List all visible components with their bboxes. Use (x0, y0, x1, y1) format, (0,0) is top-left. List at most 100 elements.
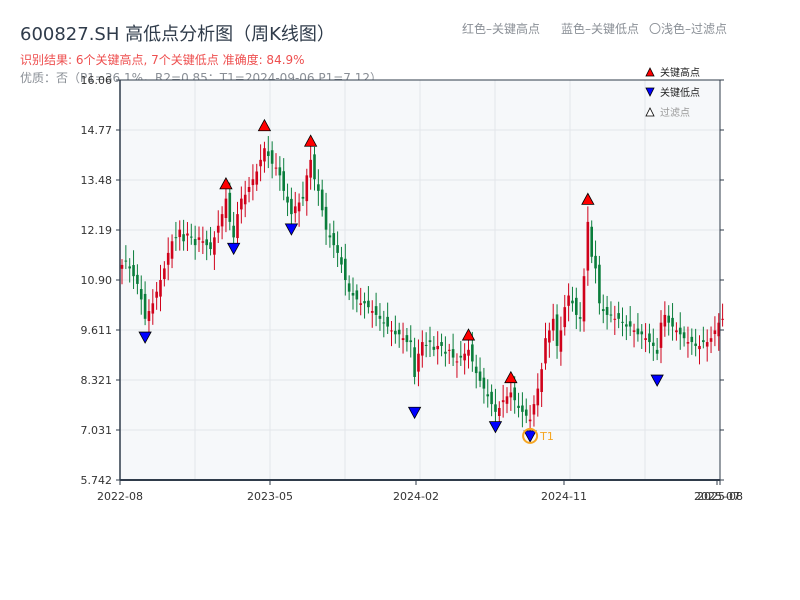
candle-body (474, 366, 478, 374)
y-tick-label: 9.611 (81, 324, 113, 337)
candle-body (528, 419, 532, 422)
x-tick-label: 2022-08 (97, 490, 143, 503)
candle-body (201, 241, 205, 243)
candle-body (317, 184, 320, 191)
candle-body (282, 171, 285, 191)
candle-body (232, 225, 235, 238)
candle-body (536, 388, 540, 406)
candle-body (436, 345, 439, 350)
candle-body (467, 349, 470, 356)
candle-body (228, 192, 232, 222)
x-tick-label: 2025-08 (697, 490, 743, 503)
legend-label: 过滤点 (660, 106, 690, 119)
candle-body (267, 151, 270, 156)
candle-body (678, 327, 682, 335)
candle (721, 303, 724, 327)
legend-label: 关键高点 (660, 66, 700, 79)
candle-body (286, 196, 289, 203)
x-tick-label: 2024-11 (541, 490, 587, 503)
candle-body (601, 309, 605, 312)
candle-body (694, 343, 697, 346)
candle-body (586, 221, 590, 271)
candle-body (132, 265, 135, 277)
candle-body (301, 196, 305, 199)
candle-body (243, 194, 247, 205)
candle-body (147, 311, 151, 322)
candle-body (594, 255, 597, 269)
candle-body (575, 297, 578, 315)
candle-body (259, 159, 262, 167)
candle-body (428, 340, 432, 343)
candle-body (224, 198, 228, 219)
candle-body (671, 317, 674, 327)
candle-body (205, 239, 208, 246)
candle-body (159, 280, 162, 297)
candle-body (440, 342, 443, 346)
candle-body (370, 311, 374, 313)
candle-body (397, 329, 401, 335)
candle-body (609, 314, 613, 316)
candle-body (613, 318, 617, 320)
candle-body (236, 214, 239, 239)
candle-body (590, 226, 593, 257)
candle-body (386, 316, 389, 327)
candle-body (432, 346, 436, 350)
candle-body (682, 332, 686, 339)
candle-body (409, 340, 413, 343)
candle-body (417, 353, 420, 372)
candle-body (328, 235, 332, 238)
candle-body (309, 159, 312, 178)
candle-body (648, 333, 651, 343)
candle-body (378, 315, 382, 319)
candle-body (290, 198, 293, 215)
y-tick-label: 12.19 (81, 224, 113, 237)
candle-body (686, 342, 690, 344)
candle-body (424, 344, 428, 346)
candle-body (478, 371, 482, 381)
candle-body (186, 233, 189, 236)
candle-body (351, 292, 355, 296)
candle-body (247, 186, 251, 192)
candle-body (120, 264, 124, 269)
candle-body (578, 317, 582, 319)
candle-body (605, 306, 609, 315)
candle-body (367, 300, 370, 308)
candle-body (667, 315, 670, 323)
chart-window: 600827.SH 高低点分析图（周K线图） 识别结果: 6个关键高点, 7个关… (0, 0, 800, 600)
candle-body (278, 167, 282, 176)
y-tick-label: 13.48 (81, 174, 113, 187)
y-tick-label: 7.031 (81, 424, 113, 437)
candle-body (463, 353, 466, 361)
y-tick-label: 8.321 (81, 374, 113, 387)
candle-body (336, 245, 339, 253)
candle-body (332, 233, 336, 246)
candle-body (544, 338, 547, 364)
candle-body (517, 405, 520, 408)
legend-marker-0 (645, 67, 655, 77)
candle-body (486, 394, 490, 397)
candle-body (324, 206, 328, 230)
candle-body (702, 340, 705, 343)
candle-body (713, 330, 717, 335)
candle-body (313, 154, 316, 180)
candle-body (394, 330, 397, 335)
x-tick-label: 2023-05 (247, 490, 293, 503)
y-tick-label: 10.90 (81, 274, 113, 287)
candle-body (174, 237, 178, 239)
candle-body (355, 290, 359, 300)
candle-body (551, 318, 555, 331)
candle-body (663, 314, 667, 327)
candle-body (190, 236, 193, 238)
candle-body (628, 321, 632, 327)
x-tick-label: 2024-02 (393, 490, 439, 503)
candle-body (255, 171, 259, 185)
candle-body (143, 293, 147, 319)
candle-body (170, 241, 174, 259)
candle-body (498, 407, 501, 416)
candle-body (297, 202, 301, 212)
candle-body (421, 342, 424, 356)
candle-body (559, 330, 563, 352)
candle-body (690, 336, 694, 343)
candle-body (163, 268, 166, 280)
candle-body (155, 291, 158, 298)
